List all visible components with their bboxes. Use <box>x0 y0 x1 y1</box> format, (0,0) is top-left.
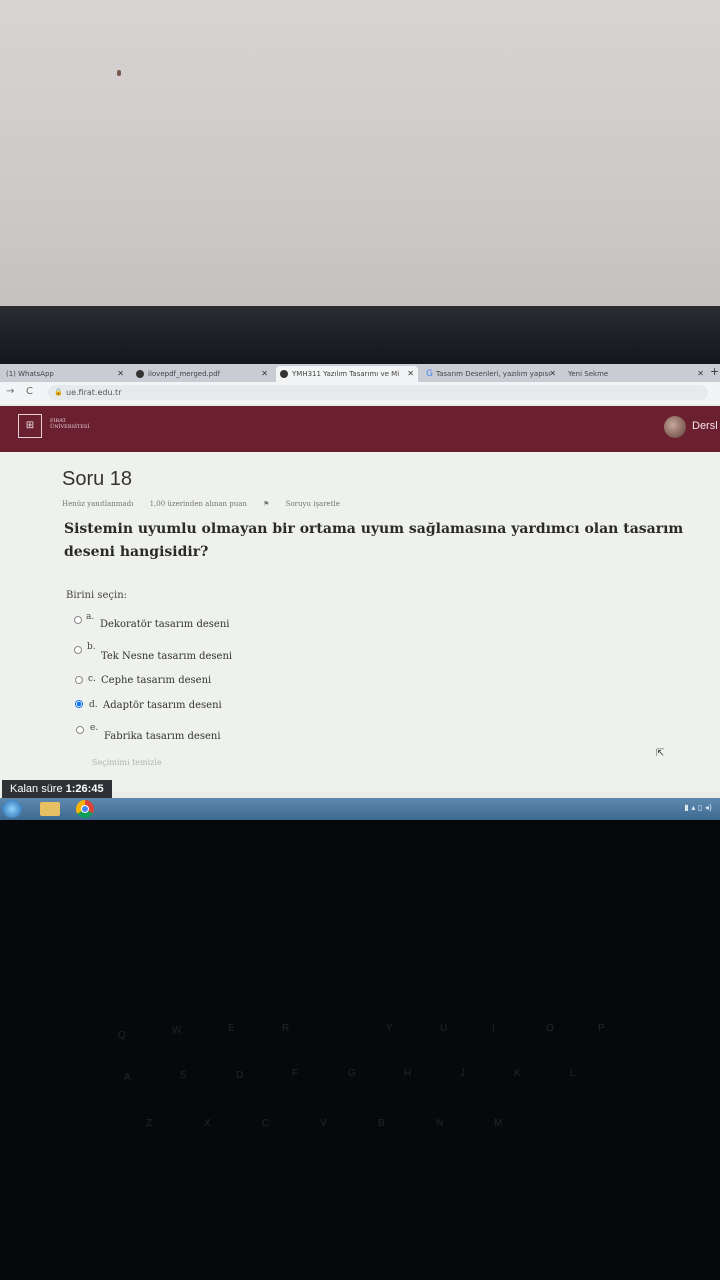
keyboard-key: P <box>598 1023 605 1034</box>
keyboard-key: K <box>514 1068 521 1079</box>
site-header: ⊞ FIRAT ÜNİVERSİTESİ Dersl <box>0 406 720 452</box>
option-text: Adaptör tasarım deseni <box>103 700 222 711</box>
option-letter: b. <box>87 642 96 652</box>
avatar[interactable] <box>664 416 686 438</box>
wall-background <box>0 0 720 306</box>
pdf-favicon-icon <box>136 370 144 378</box>
lock-icon: 🔒 <box>54 388 63 396</box>
keyboard-key: J <box>460 1068 465 1079</box>
keyboard-key: A <box>124 1072 131 1083</box>
quiz-content: Soru 18 Henüz yanıtlanmadı 1,00 üzerinde… <box>0 452 720 792</box>
new-tab-button[interactable]: + <box>710 365 719 378</box>
keyboard-key: B <box>378 1118 385 1129</box>
close-icon[interactable]: ✕ <box>117 366 124 382</box>
tab-label: ilovepdf_merged.pdf <box>148 370 221 378</box>
option-text: Fabrika tasarım deseni <box>104 731 221 742</box>
tab-label: Yeni Sekme <box>568 370 609 378</box>
answer-prompt: Birini seçin: <box>66 590 128 601</box>
close-icon[interactable]: ✕ <box>697 366 704 382</box>
tab-search[interactable]: G Tasarım Desenleri, yazılım yapısı ✕ <box>422 366 560 382</box>
forward-arrow-icon[interactable]: → <box>6 386 14 397</box>
url-field[interactable]: 🔒 ue.firat.edu.tr <box>48 385 708 400</box>
wall-speck <box>117 70 121 76</box>
start-button-icon[interactable] <box>2 800 22 818</box>
close-icon[interactable]: ✕ <box>261 366 268 382</box>
keyboard-key: W <box>172 1025 182 1036</box>
course-favicon-icon <box>280 370 288 378</box>
timer-value: 1:26:45 <box>65 783 104 795</box>
remaining-time-badge: Kalan süre 1:26:45 <box>2 780 112 798</box>
tab-label: Tasarım Desenleri, yazılım yapısı <box>435 370 551 378</box>
radio-button-selected[interactable] <box>75 700 83 708</box>
tab-course[interactable]: YMH311 Yazılım Tasarımı ve Mi ✕ <box>276 366 418 382</box>
keyboard-key: X <box>204 1118 211 1129</box>
question-status: Henüz yanıtlanmadı <box>62 500 134 508</box>
laptop-keyboard: Q W E R Y U I O P A S D F G H J K L Z X … <box>0 820 720 1280</box>
keyboard-key: F <box>292 1068 299 1079</box>
browser-tab-bar: (1) WhatsApp ✕ ilovepdf_merged.pdf ✕ YMH… <box>0 364 720 382</box>
flag-question-link[interactable]: ⚑ Soruyu işaretle <box>263 500 354 508</box>
radio-button[interactable] <box>74 646 82 654</box>
keyboard-key: G <box>348 1068 356 1079</box>
tab-whatsapp[interactable]: (1) WhatsApp ✕ <box>2 366 128 382</box>
university-name-line2: ÜNİVERSİTESİ <box>50 424 90 430</box>
keyboard-key: E <box>228 1023 235 1034</box>
page-title: Soru 18 <box>62 468 133 490</box>
keyboard-key: Z <box>146 1118 153 1129</box>
keyboard-key: S <box>180 1070 187 1081</box>
google-icon: G <box>426 369 433 379</box>
keyboard-key: M <box>494 1118 503 1129</box>
mouse-cursor-icon: ⇱ <box>656 748 665 759</box>
url-text: ue.firat.edu.tr <box>66 388 122 397</box>
flag-label: Soruyu işaretle <box>285 500 340 508</box>
keyboard-key: O <box>546 1023 554 1034</box>
keyboard-key: H <box>404 1068 412 1079</box>
clear-choice-link[interactable]: Seçimimi temizle <box>92 758 162 767</box>
radio-button[interactable] <box>74 616 82 624</box>
tab-label: (1) WhatsApp <box>6 370 54 378</box>
keyboard-key: L <box>570 1068 576 1079</box>
keyboard-key: N <box>436 1118 444 1129</box>
keyboard-key: U <box>440 1023 448 1034</box>
option-letter: c. <box>88 674 96 684</box>
keyboard-key: R <box>282 1023 290 1034</box>
os-taskbar: ▮ ▴ ▯ ◂) <box>0 798 720 820</box>
option-text: Dekoratör tasarım deseni <box>100 619 230 630</box>
radio-button[interactable] <box>75 676 83 684</box>
flag-icon: ⚑ <box>263 500 272 508</box>
monitor-bezel <box>0 306 720 364</box>
keyboard-key: D <box>236 1070 244 1081</box>
address-bar-row: → C 🔒 ue.firat.edu.tr <box>0 382 720 404</box>
close-icon[interactable]: ✕ <box>407 366 414 382</box>
keyboard-key: V <box>320 1118 327 1129</box>
reload-icon[interactable]: C <box>26 386 33 397</box>
university-name: FIRAT ÜNİVERSİTESİ <box>50 418 89 430</box>
question-points: 1,00 üzerinden alınan puan <box>149 500 247 508</box>
monitor-screen: (1) WhatsApp ✕ ilovepdf_merged.pdf ✕ YMH… <box>0 364 720 820</box>
user-menu-label[interactable]: Dersl <box>692 420 718 432</box>
keyboard-key: I <box>492 1023 495 1034</box>
system-tray-icons[interactable]: ▮ ▴ ▯ ◂) <box>684 803 712 812</box>
keyboard-key: Q <box>118 1030 126 1041</box>
question-text: Sistemin uyumlu olmayan bir ortama uyum … <box>64 521 684 560</box>
tab-pdf[interactable]: ilovepdf_merged.pdf ✕ <box>132 366 272 382</box>
radio-button[interactable] <box>76 726 84 734</box>
university-logo-icon[interactable]: ⊞ <box>18 414 42 438</box>
option-letter: e. <box>90 723 99 733</box>
chrome-icon[interactable] <box>76 800 94 818</box>
tab-new[interactable]: Yeni Sekme ✕ <box>564 366 708 382</box>
file-explorer-icon[interactable] <box>40 802 60 816</box>
close-icon[interactable]: ✕ <box>549 366 556 382</box>
option-text: Cephe tasarım deseni <box>101 675 212 686</box>
option-text: Tek Nesne tasarım deseni <box>101 651 233 662</box>
keyboard-key: C <box>262 1118 270 1129</box>
timer-label: Kalan süre <box>10 783 63 795</box>
option-letter: d. <box>89 700 98 710</box>
question-info: Henüz yanıtlanmadı 1,00 üzerinden alınan… <box>62 500 368 508</box>
keyboard-key: Y <box>386 1023 393 1034</box>
tab-label: YMH311 Yazılım Tasarımı ve Mi <box>292 370 400 378</box>
option-letter: a. <box>86 612 95 622</box>
